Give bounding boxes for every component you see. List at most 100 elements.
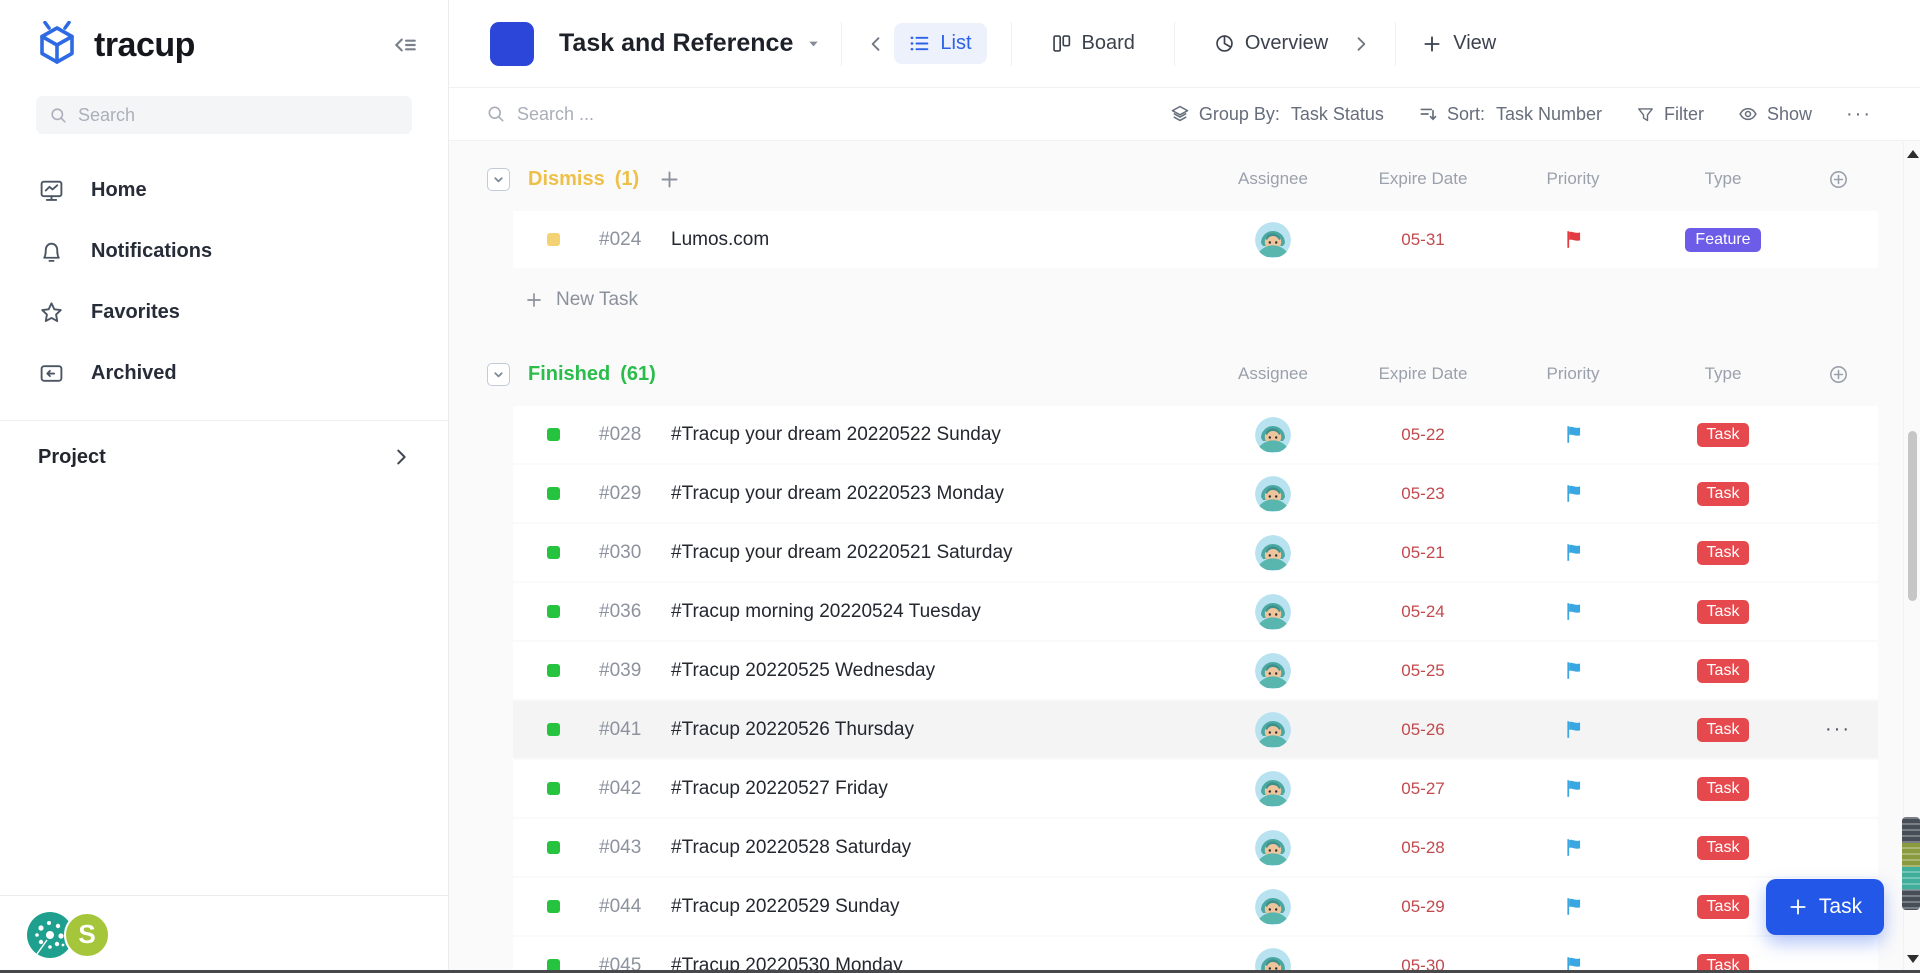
sidebar-item-home[interactable]: Home [0,160,448,221]
task-title[interactable]: #Tracup 20220526 Thursday [671,719,914,741]
add-column-icon[interactable] [1828,169,1849,190]
task-title[interactable]: #Tracup your dream 20220521 Saturday [671,542,1013,564]
sidebar-collapse-button[interactable] [392,32,418,58]
task-row[interactable]: #030#Tracup your dream 20220521 Saturday… [513,524,1878,581]
status-dot[interactable] [547,664,560,677]
assignee-avatar[interactable] [1255,653,1291,689]
status-dot[interactable] [547,428,560,441]
sidebar-item-archived[interactable]: Archived [0,343,448,404]
priority-flag-icon[interactable] [1563,542,1584,563]
priority-flag-icon[interactable] [1563,660,1584,681]
task-search[interactable] [486,104,817,125]
priority-flag-icon[interactable] [1563,229,1584,250]
status-dot[interactable] [547,841,560,854]
type-badge[interactable]: Task [1697,777,1750,801]
sort-control[interactable]: Sort: Task Number [1418,104,1602,125]
sidebar-item-favorites[interactable]: Favorites [0,282,448,343]
type-badge[interactable]: Task [1697,600,1750,624]
priority-flag-icon[interactable] [1563,424,1584,445]
expire-date[interactable]: 05-22 [1348,425,1498,445]
expire-date[interactable]: 05-23 [1348,484,1498,504]
assignee-avatar[interactable] [1255,417,1291,453]
assignee-avatar[interactable] [1255,476,1291,512]
task-row[interactable]: #045#Tracup 20220530 Monday05-30Task [513,937,1878,973]
expire-date[interactable]: 05-27 [1348,779,1498,799]
type-badge[interactable]: Feature [1685,228,1760,252]
row-more-button[interactable]: ··· [1825,718,1851,741]
assignee-avatar[interactable] [1255,771,1291,807]
tab-list[interactable]: List [894,23,986,64]
assignee-avatar[interactable] [1255,889,1291,925]
scrollbar-thumb[interactable] [1908,431,1917,601]
toolbar-more-button[interactable]: ··· [1846,103,1872,126]
assignee-avatar[interactable] [1255,830,1291,866]
task-row[interactable]: #039#Tracup 20220525 Wednesday05-25Task [513,642,1878,699]
status-dot[interactable] [547,487,560,500]
title-caret-icon[interactable] [806,36,821,51]
priority-flag-icon[interactable] [1563,719,1584,740]
task-title[interactable]: #Tracup morning 20220524 Tuesday [671,601,981,623]
task-row[interactable]: #043#Tracup 20220528 Saturday05-28Task [513,819,1878,876]
expire-date[interactable]: 05-24 [1348,602,1498,622]
group-by-control[interactable]: Group By: Task Status [1170,104,1384,125]
project-color-square[interactable] [490,22,534,66]
status-dot[interactable] [547,233,560,246]
add-view-button[interactable]: View [1422,32,1496,55]
status-dot[interactable] [547,546,560,559]
vertical-scrollbar[interactable] [1903,142,1920,973]
assignee-avatar[interactable] [1255,594,1291,630]
expire-date[interactable]: 05-26 [1348,720,1498,740]
add-column-icon[interactable] [1828,364,1849,385]
type-badge[interactable]: Task [1697,718,1750,742]
priority-flag-icon[interactable] [1563,896,1584,917]
expire-date[interactable]: 05-28 [1348,838,1498,858]
sidebar-search-input[interactable] [78,105,399,126]
expire-date[interactable]: 05-29 [1348,897,1498,917]
tab-board[interactable]: Board [1036,23,1150,64]
assignee-avatar[interactable] [1255,535,1291,571]
task-row[interactable]: #041#Tracup 20220526 Thursday05-26Task··… [513,701,1878,758]
task-row[interactable]: #036#Tracup morning 20220524 Tuesday05-2… [513,583,1878,640]
task-search-input[interactable] [517,104,817,125]
status-dot[interactable] [547,782,560,795]
sidebar-item-project[interactable]: Project [0,421,448,493]
group-name[interactable]: Dismiss [528,168,605,191]
type-badge[interactable]: Task [1697,895,1750,919]
new-task-button[interactable]: New Task [525,280,1878,320]
task-title[interactable]: #Tracup 20220525 Wednesday [671,660,935,682]
task-title[interactable]: #Tracup 20220527 Friday [671,778,888,800]
group-checkbox[interactable] [487,168,510,191]
group-add-icon[interactable] [659,169,680,190]
type-badge[interactable]: Task [1697,423,1750,447]
task-title[interactable]: Lumos.com [671,229,769,251]
expire-date[interactable]: 05-31 [1348,230,1498,250]
filter-control[interactable]: Filter [1636,104,1704,125]
expire-date[interactable]: 05-25 [1348,661,1498,681]
task-row[interactable]: #024 Lumos.com 05-31 Feature [513,211,1878,268]
type-badge[interactable]: Task [1697,482,1750,506]
task-title[interactable]: #Tracup your dream 20220522 Sunday [671,424,1001,446]
show-control[interactable]: Show [1738,104,1812,125]
status-dot[interactable] [547,605,560,618]
assignee-avatar[interactable] [1255,222,1291,258]
priority-flag-icon[interactable] [1563,778,1584,799]
tab-overview[interactable]: Overview [1199,23,1343,64]
status-dot[interactable] [547,723,560,736]
task-row[interactable]: #028#Tracup your dream 20220522 Sunday05… [513,406,1878,463]
priority-flag-icon[interactable] [1563,483,1584,504]
task-title[interactable]: #Tracup your dream 20220523 Monday [671,483,1004,505]
task-row[interactable]: #042#Tracup 20220527 Friday05-27Task [513,760,1878,817]
type-badge[interactable]: Task [1697,541,1750,565]
tabs-scroll-right-button[interactable] [1347,34,1375,54]
assignee-avatar[interactable] [1255,712,1291,748]
type-badge[interactable]: Task [1697,836,1750,860]
add-task-fab-button[interactable]: Task [1766,879,1884,935]
scrollbar-down-arrow[interactable] [1907,955,1919,963]
expire-date[interactable]: 05-21 [1348,543,1498,563]
task-title[interactable]: #Tracup 20220529 Sunday [671,896,900,918]
priority-flag-icon[interactable] [1563,837,1584,858]
task-title[interactable]: #Tracup 20220528 Saturday [671,837,911,859]
tabs-scroll-left-button[interactable] [862,34,890,54]
scrollbar-up-arrow[interactable] [1907,150,1919,158]
sidebar-item-notifications[interactable]: Notifications [0,221,448,282]
